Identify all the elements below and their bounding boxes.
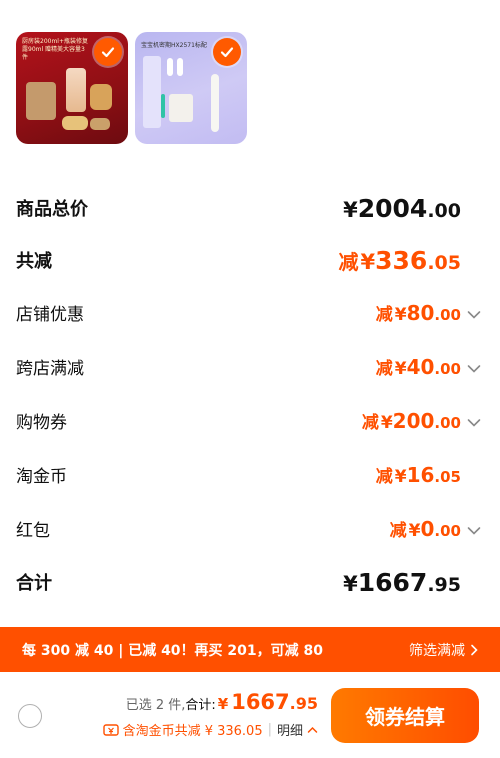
discount-label: 购物券 [16,412,67,433]
selected-check-icon[interactable] [94,38,122,66]
discount-total-value: 减 ¥ 336 .05 [338,245,461,275]
selected-count: 已选 2 件, [125,698,186,713]
discount-value: 减 ¥ 40 .00 [376,354,482,379]
product-thumbnail-skincare-set[interactable]: 厨房装200ml+瓶装修复露90ml 赠精美大容量3件 [16,32,128,144]
checkout-total-yen: ¥ [217,695,229,713]
total-price-row: 商品总价 ¥ 2004 .00 [16,188,482,228]
checkout-total-int: 1667 [231,690,290,714]
discount-value: 减 ¥ 16 .05 [375,462,461,487]
chevron-down-icon[interactable] [466,523,482,539]
total-price-value: ¥ 2004 .00 [343,193,461,223]
discount-label: 红包 [16,520,50,541]
discount-total-label: 共减 [16,251,52,272]
discount-row-taobao-coin: 淘金币 减 ¥ 16 .05 [16,456,482,492]
filter-discount-label: 筛选满减 [409,642,465,659]
chevron-up-icon [307,726,318,734]
detail-toggle[interactable]: 明细 [277,720,318,739]
selected-check-icon[interactable] [213,38,241,66]
selected-summary: 已选 2 件, 合计: ¥ 1667 .95 [126,690,318,714]
selected-products: 厨房装200ml+瓶装修复露90ml 赠精美大容量3件 宝宝机密期HX2571标… [16,32,247,144]
discount-row-red-packet[interactable]: 红包 减 ¥ 0 .00 [16,510,482,546]
product-caption: 厨房装200ml+瓶装修复露90ml 赠精美大容量3件 [22,38,88,61]
product-thumbnail-toothbrush[interactable]: 宝宝机密期HX2571标配 [135,32,247,144]
product-caption: 宝宝机密期HX2571标配 [141,42,207,49]
discount-label: 淘金币 [16,466,67,487]
coupon-icon [102,723,119,737]
chevron-down-icon[interactable] [466,361,482,377]
detail-toggle-label: 明细 [276,724,303,739]
discount-total-row: 共减 减 ¥ 336 .05 [16,240,482,280]
discount-value: 减 ¥ 80 .00 [376,300,482,325]
discount-detail-line[interactable]: 含淘金币共减 ¥ 336.05 | 明细 [102,720,318,739]
checkout-total-label: 合计: [185,698,216,713]
discount-value: 减 ¥ 0 .00 [390,516,482,541]
discount-label: 店铺优惠 [16,304,84,325]
checkout-total-dec: .95 [289,694,318,713]
discount-row-voucher[interactable]: 购物券 减 ¥ 200 .00 [16,402,482,438]
chevron-right-icon [470,644,478,656]
discount-detail-text: 含淘金币共减 ¥ 336.05 [122,724,263,739]
checkout-button[interactable]: 领券结算 [331,688,479,743]
chevron-down-icon[interactable] [466,415,482,431]
discount-label: 跨店满减 [16,358,84,379]
total-price-label: 商品总价 [16,199,88,220]
sum-value: ¥ 1667 .95 [343,567,461,597]
discount-value: 减 ¥ 200 .00 [362,408,482,433]
sum-row: 合计 ¥ 1667 .95 [16,562,482,602]
promo-text: 每 300 减 40 | 已减 40！再买 201，可减 80 [22,642,323,659]
discount-row-store[interactable]: 店铺优惠 减 ¥ 80 .00 [16,294,482,330]
sum-label: 合计 [16,573,52,594]
select-all-radio[interactable] [18,704,42,728]
filter-discount-link[interactable]: 筛选满减 [409,640,478,660]
chevron-down-icon[interactable] [466,307,482,323]
discount-row-cross-store[interactable]: 跨店满减 减 ¥ 40 .00 [16,348,482,384]
promo-bar: 每 300 减 40 | 已减 40！再买 201，可减 80 筛选满减 [0,627,500,672]
detail-separator: | [267,722,272,737]
